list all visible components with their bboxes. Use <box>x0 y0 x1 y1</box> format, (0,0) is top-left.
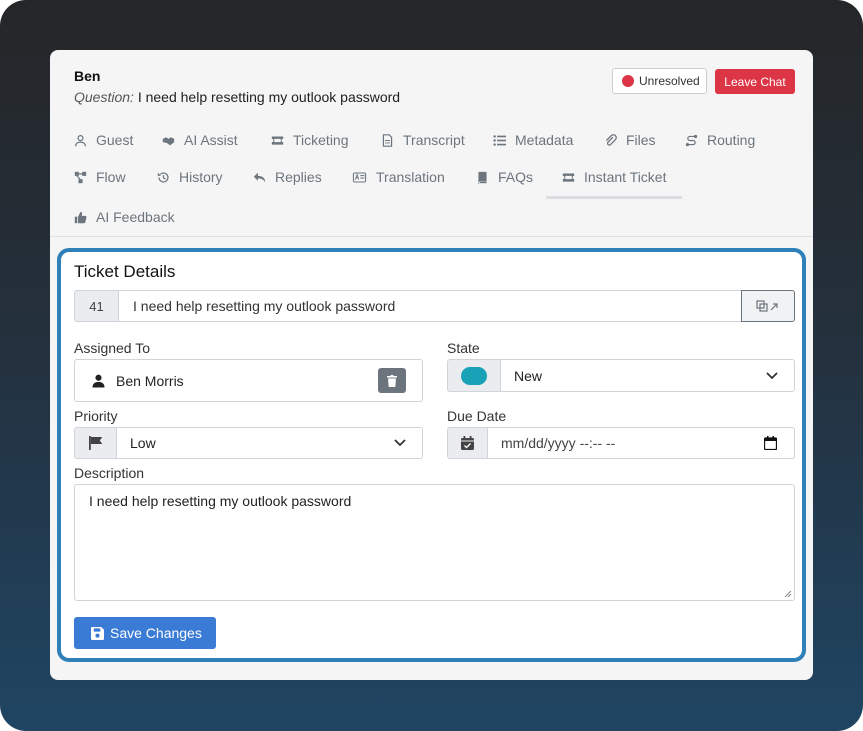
tab-flow[interactable]: Flow <box>74 165 126 189</box>
due-date-input[interactable]: mm/dd/yyyy --:-- -- <box>487 427 795 459</box>
tab-label: FAQs <box>498 169 534 185</box>
panel-title: Ticket Details <box>74 262 176 281</box>
tab-label: Files <box>626 132 656 148</box>
tab-ai-feedback[interactable]: AI Feedback <box>74 205 175 229</box>
book-icon <box>478 171 487 184</box>
status-dot-icon <box>622 75 634 87</box>
history-icon <box>157 171 169 183</box>
flag-icon <box>88 436 102 450</box>
reply-icon <box>253 172 266 182</box>
leave-chat-button[interactable]: Leave Chat <box>715 69 795 94</box>
person-icon <box>92 374 105 387</box>
ticket-title-input[interactable] <box>118 290 742 322</box>
tab-label: Ticketing <box>293 132 349 148</box>
chat-card: Ben Question: I need help resetting my o… <box>50 50 813 680</box>
guest-name: Ben <box>74 68 101 84</box>
tab-files[interactable]: Files <box>604 128 656 152</box>
thumbs-up-icon <box>74 211 87 223</box>
priority-select[interactable]: Low <box>116 427 423 459</box>
tab-ticketing[interactable]: Ticketing <box>271 128 349 152</box>
tab-label: AI Feedback <box>96 209 175 225</box>
due-date-addon <box>447 427 488 459</box>
description-text: I need help resetting my outlook passwor… <box>89 493 352 509</box>
route-icon <box>685 134 698 146</box>
background-frame: Ben Question: I need help resetting my o… <box>0 0 863 731</box>
external-link-icon <box>756 300 778 312</box>
tab-history[interactable]: History <box>157 165 223 189</box>
state-value: New <box>514 367 543 384</box>
tab-transcript[interactable]: Transcript <box>381 128 465 152</box>
tab-instant-ticket[interactable]: Instant Ticket <box>562 165 666 189</box>
state-addon <box>447 359 501 392</box>
tab-label: Instant Ticket <box>584 169 667 185</box>
tab-label: Translation <box>376 169 445 185</box>
question-label: Question: <box>74 89 134 105</box>
priority-label: Priority <box>74 408 118 424</box>
file-icon <box>382 133 393 147</box>
status-label: Unresolved <box>639 74 700 88</box>
tab-routing[interactable]: Routing <box>685 128 755 152</box>
tab-faqs[interactable]: FAQs <box>476 165 533 189</box>
open-ticket-button[interactable] <box>741 290 795 322</box>
ticket-panel: Ticket Details 41 Assigned To Ben Morris <box>57 248 806 662</box>
chevron-down-icon <box>394 439 406 447</box>
ticket-icon <box>562 172 575 182</box>
chevron-down-icon <box>766 371 778 379</box>
user-icon <box>75 134 86 146</box>
active-tab-indicator <box>546 196 682 199</box>
priority-addon <box>74 427 117 459</box>
tab-label: Transcript <box>403 132 465 148</box>
tab-label: Replies <box>275 169 322 185</box>
state-label: State <box>447 340 480 356</box>
tab-metadata[interactable]: Metadata <box>493 128 573 152</box>
remove-assignee-button[interactable] <box>378 368 406 393</box>
state-select[interactable]: New <box>500 359 795 392</box>
status-button[interactable]: Unresolved <box>612 68 707 94</box>
tab-label: History <box>179 169 223 185</box>
calendar-check-icon <box>461 436 474 450</box>
save-icon <box>91 626 104 640</box>
tab-guest[interactable]: Guest <box>74 128 133 152</box>
trash-icon <box>387 374 397 387</box>
description-label: Description <box>74 465 145 481</box>
due-date-placeholder: mm/dd/yyyy --:-- -- <box>501 435 616 451</box>
priority-value: Low <box>130 435 156 451</box>
translate-icon <box>352 172 367 182</box>
due-date-label: Due Date <box>447 408 507 424</box>
calendar-icon[interactable] <box>764 436 777 450</box>
tab-replies[interactable]: Replies <box>253 165 322 189</box>
save-changes-button[interactable]: Save Changes <box>74 617 216 649</box>
tab-label: Guest <box>96 132 134 148</box>
ticket-title-row: 41 <box>74 290 795 322</box>
question-line: Question: I need help resetting my outlo… <box>74 89 400 105</box>
tab-ai-assist[interactable]: AI Assist <box>162 128 238 152</box>
tab-label: Flow <box>96 169 126 185</box>
resize-handle-icon[interactable] <box>784 590 792 598</box>
tab-label: Routing <box>707 132 756 148</box>
assigned-to-label: Assigned To <box>74 340 151 356</box>
tabs-divider <box>50 236 813 237</box>
question-text: I need help resetting my outlook passwor… <box>137 89 401 105</box>
flow-icon <box>74 171 87 183</box>
handshake-icon <box>162 136 175 145</box>
description-textarea[interactable]: I need help resetting my outlook passwor… <box>74 484 795 601</box>
assigned-to-name: Ben Morris <box>116 372 184 389</box>
assigned-to-field[interactable]: Ben Morris <box>74 359 423 402</box>
tab-translation[interactable]: Translation <box>352 165 445 189</box>
chat-header: Ben Question: I need help resetting my o… <box>74 68 400 105</box>
tab-label: AI Assist <box>184 132 238 148</box>
tab-label: Metadata <box>515 132 574 148</box>
list-icon <box>493 134 506 146</box>
ticket-icon <box>271 135 284 145</box>
paperclip-icon <box>605 133 617 146</box>
save-label: Save Changes <box>110 625 202 641</box>
state-color-pill <box>461 366 487 385</box>
ticket-id: 41 <box>74 290 119 322</box>
